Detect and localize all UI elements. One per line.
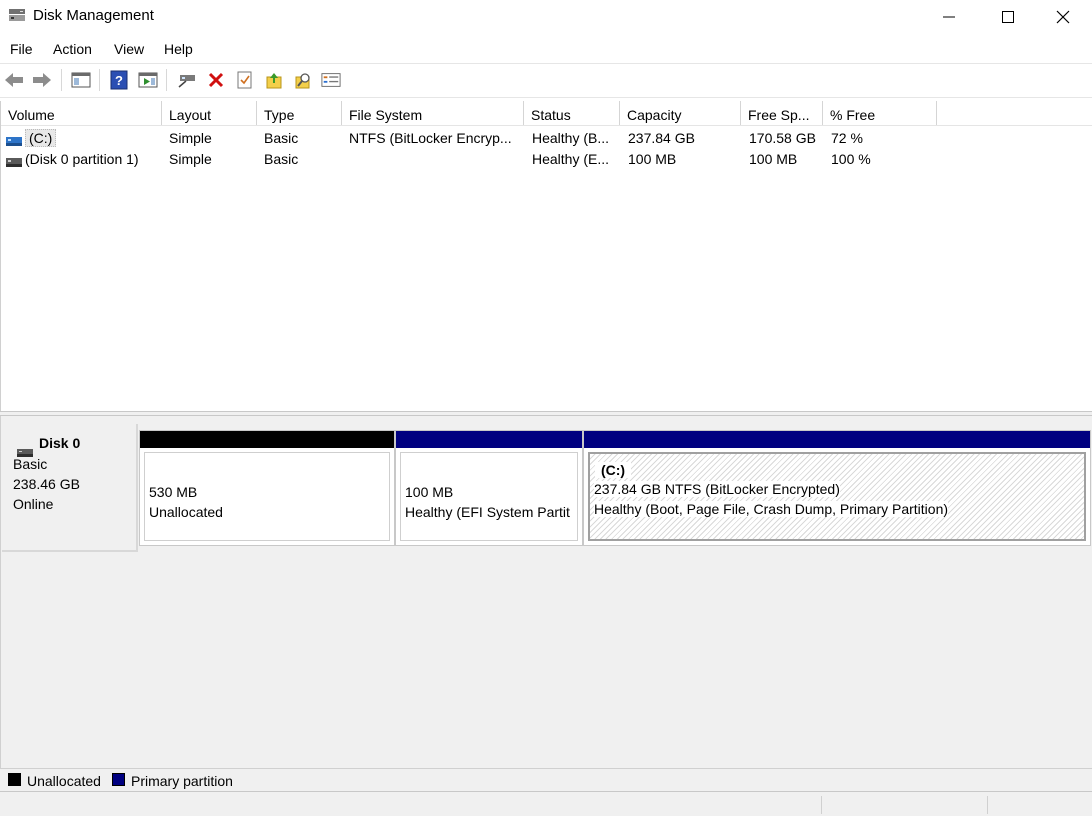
minimize-button[interactable] [920,0,978,33]
cell-volume: (C:) [25,128,160,149]
column-status[interactable]: Status [524,101,620,125]
properties-icon[interactable] [321,70,341,90]
partition-unallocated[interactable]: 530 MB Unallocated [139,430,395,546]
disk-label[interactable]: Disk 0 Basic 238.46 GB Online [2,424,138,552]
toolbar-separator [99,69,100,91]
cell-type: Basic [264,151,299,167]
volume-icon [6,154,22,167]
cell-status: Healthy (E... [532,151,610,167]
table-row[interactable]: (Disk 0 partition 1) Simple Basic Health… [1,149,1092,170]
maximize-icon [1002,10,1014,23]
partition-body: 100 MB Healthy (EFI System Partit [400,452,578,541]
cell-capacity: 100 MB [628,151,677,167]
cell-file-system [349,149,524,170]
disk-state: Online [13,496,54,512]
disk-icon [17,444,33,457]
volume-icon [6,133,22,146]
disk-graphical-view: Disk 0 Basic 238.46 GB Online 530 MB Una… [0,416,1092,768]
column-free-space[interactable]: Free Sp... [741,101,823,125]
column-capacity[interactable]: Capacity [620,101,741,125]
column-percent-free[interactable]: % Free [823,101,937,125]
minimize-icon [943,16,955,17]
column-volume[interactable]: Volume [1,101,162,125]
partition-status: Healthy (Boot, Page File, Crash Dump, Pr… [594,501,949,517]
toolbar-separator [61,69,62,91]
toolbar: ? [0,63,1092,98]
disk-name: Disk 0 [39,435,81,451]
show-action-pane-icon[interactable] [138,70,158,90]
forward-icon[interactable] [32,70,52,90]
back-icon[interactable] [4,70,24,90]
partition-status: Unallocated [149,504,223,520]
legend-swatch-unallocated [8,773,21,786]
up-folder-icon[interactable] [264,70,284,90]
partition-size: 237.84 GB NTFS (BitLocker Encrypted) [594,481,840,497]
svg-text:?: ? [115,73,123,88]
search-icon[interactable] [293,70,313,90]
partition-c-drive[interactable]: (C:) 237.84 GB NTFS (BitLocker Encrypted… [583,430,1091,546]
column-header: Volume Layout Type File System Status Ca… [1,101,1092,126]
legend: Unallocated Primary partition [0,768,1092,792]
cell-free-space: 100 MB [749,151,798,167]
volume-list: Volume Layout Type File System Status Ca… [0,101,1092,411]
checklist-icon[interactable] [235,70,255,90]
partition-size: 100 MB [405,484,454,500]
legend-label-unallocated: Unallocated [27,773,101,789]
cell-free-space: 170.58 GB [749,130,816,146]
cell-file-system: NTFS (BitLocker Encryp... [349,130,512,146]
menu-bar: File Action View Help [0,38,1092,62]
disk-management-app-icon [8,7,26,23]
status-bar [0,791,1092,816]
legend-swatch-primary [112,773,125,786]
cell-layout: Simple [169,130,212,146]
column-file-system[interactable]: File System [342,101,524,125]
menu-help[interactable]: Help [164,41,193,57]
cell-type: Basic [264,130,299,146]
show-hide-console-tree-icon[interactable] [71,70,91,90]
maximize-button[interactable] [979,0,1037,33]
menu-view[interactable]: View [114,41,144,57]
help-icon[interactable]: ? [109,70,129,90]
window-title: Disk Management [33,7,154,24]
connect-disk-icon[interactable] [177,70,197,90]
partition-efi[interactable]: 100 MB Healthy (EFI System Partit [395,430,583,546]
partition-size: 530 MB [149,484,198,500]
cell-percent-free: 100 % [831,151,871,167]
cell-capacity: 237.84 GB [628,130,695,146]
close-button[interactable] [1034,0,1092,33]
column-type[interactable]: Type [257,101,342,125]
close-icon [1056,10,1070,23]
legend-label-primary: Primary partition [131,773,233,789]
toolbar-separator [166,69,167,91]
menu-action[interactable]: Action [53,41,92,57]
partition-color-bar [396,431,582,448]
partition-color-bar [584,431,1090,448]
partition-color-bar [140,431,394,448]
title-bar: Disk Management [0,0,1092,33]
partition-label: (C:) [595,462,632,478]
cell-percent-free: 72 % [831,130,863,146]
partition-body: (C:) 237.84 GB NTFS (BitLocker Encrypted… [588,452,1086,541]
column-layout[interactable]: Layout [162,101,257,125]
cell-volume: (Disk 0 partition 1) [25,151,139,167]
table-row[interactable]: (C:) Simple Basic NTFS (BitLocker Encryp… [1,128,1092,149]
cell-status: Healthy (B... [532,130,610,146]
menu-file[interactable]: File [10,41,33,57]
cell-layout: Simple [169,151,212,167]
status-bar-separator [987,796,988,814]
partition-status: Healthy (EFI System Partit [405,504,570,520]
status-bar-separator [821,796,822,814]
delete-icon[interactable] [206,70,226,90]
disk-type: Basic [13,456,48,472]
volume-name: (C:) [25,129,57,147]
partition-body: 530 MB Unallocated [144,452,390,541]
disk-size: 238.46 GB [13,476,80,492]
